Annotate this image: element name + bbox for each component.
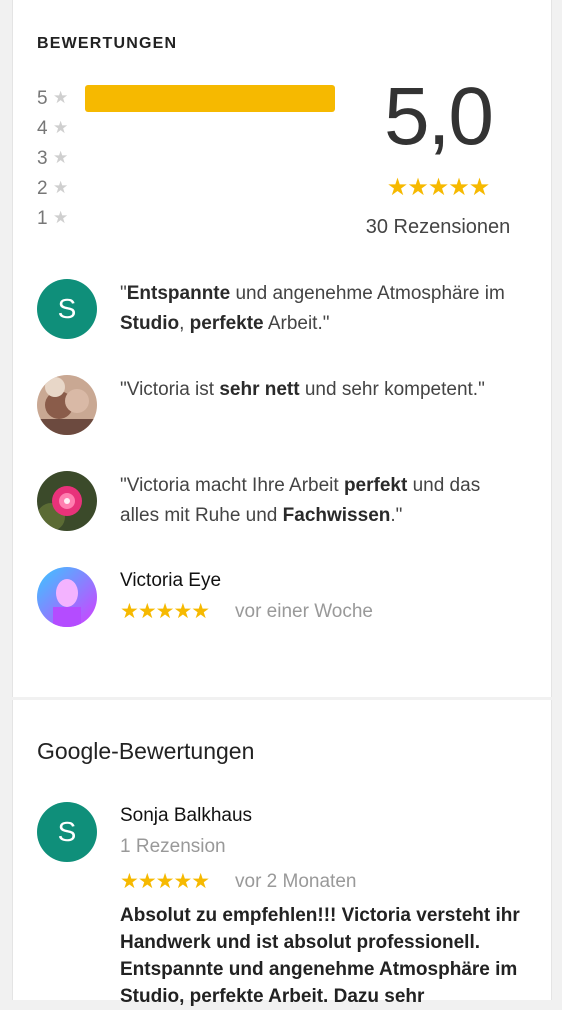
histogram-label: 2 xyxy=(37,178,48,199)
snippet-part: " xyxy=(120,283,127,304)
google-reviews-title: Google-Bewertungen xyxy=(37,738,255,764)
snippet-part: und sehr kompetent." xyxy=(299,379,485,400)
histogram-track xyxy=(85,85,335,112)
histogram-row: 2 ★ xyxy=(37,175,337,205)
histogram-bar xyxy=(85,85,335,112)
review-text[interactable]: Absolut zu empfehlen!!! Victoria versteh… xyxy=(120,902,535,1010)
reviewer-meta: 1 Rezension xyxy=(120,836,226,857)
avatar-photo xyxy=(37,471,97,531)
review-snippet[interactable]: "Victoria macht Ihre Arbeit perfekt und … xyxy=(120,471,520,531)
histogram-track xyxy=(85,115,335,142)
avatar: S xyxy=(37,279,97,339)
snippet-part: Studio xyxy=(120,313,180,334)
histogram-row: 4 ★ xyxy=(37,115,337,145)
snippet-part: "Victoria macht Ihre Arbeit xyxy=(120,475,344,496)
histogram-label: 5 xyxy=(37,88,48,109)
snippet-part: "Victoria ist xyxy=(120,379,220,400)
review-snippet[interactable]: "Entspannte und angenehme Atmosphäre im … xyxy=(120,279,520,339)
avatar-photo xyxy=(37,567,97,627)
review-stars-icon: ★★★★★ xyxy=(120,600,210,623)
histogram-track xyxy=(85,175,335,202)
snippet-part: ." xyxy=(390,505,403,526)
snippet-part: Entspannte xyxy=(126,283,231,304)
histogram-row: 3 ★ xyxy=(37,145,337,175)
histogram-label: 1 xyxy=(37,208,48,229)
rating-histogram: 5 ★ 4 ★ 3 ★ 2 ★ 1 ★ xyxy=(37,85,337,235)
histogram-track xyxy=(85,205,335,232)
snippet-part: sehr nett xyxy=(219,379,300,400)
average-stars-icon: ★★★★★ xyxy=(386,174,491,201)
snippet-part: und angenehme Atmosphäre im xyxy=(230,283,505,304)
snippet-part: perfekt xyxy=(343,475,408,496)
star-icon: ★ xyxy=(53,148,69,167)
histogram-track xyxy=(85,145,335,172)
google-reviews-card: Google-Bewertungen S Sonja Balkhaus 1 Re… xyxy=(12,700,552,1007)
reviewer-name[interactable]: Sonja Balkhaus xyxy=(120,805,252,827)
histogram-label: 4 xyxy=(37,118,48,139)
snippet-part: Arbeit." xyxy=(263,313,330,334)
star-icon: ★ xyxy=(53,178,69,197)
avatar-photo xyxy=(37,375,97,435)
histogram-row: 1 ★ xyxy=(37,205,337,235)
star-icon: ★ xyxy=(53,118,69,137)
avatar: S xyxy=(37,802,97,862)
ratings-card: BEWERTUNGEN 5 ★ 4 ★ 3 ★ 2 ★ 1 ★ 5,0 ★★★★… xyxy=(12,0,552,697)
review-snippet[interactable]: "Victoria ist sehr nett und sehr kompete… xyxy=(120,375,520,405)
avatar-victoria-image xyxy=(37,567,97,627)
review-time: vor einer Woche xyxy=(235,601,373,622)
average-score: 5,0 xyxy=(384,71,494,162)
snippet-part: , xyxy=(179,313,190,334)
reviewer-name[interactable]: Victoria Eye xyxy=(120,570,221,592)
histogram-label: 3 xyxy=(37,148,48,169)
star-icon: ★ xyxy=(53,88,69,107)
avatar-photo-image xyxy=(37,375,97,435)
star-icon: ★ xyxy=(53,208,69,227)
snippet-part: perfekte xyxy=(189,313,264,334)
review-count-link[interactable]: 30 Rezensionen xyxy=(313,216,562,239)
snippet-part: Fachwissen xyxy=(282,505,391,526)
review-time: vor 2 Monaten xyxy=(235,871,357,892)
avatar-flower-image xyxy=(37,471,97,531)
histogram-row: 5 ★ xyxy=(37,85,337,115)
review-stars-icon: ★★★★★ xyxy=(120,870,210,893)
ratings-title: BEWERTUNGEN xyxy=(37,35,178,52)
